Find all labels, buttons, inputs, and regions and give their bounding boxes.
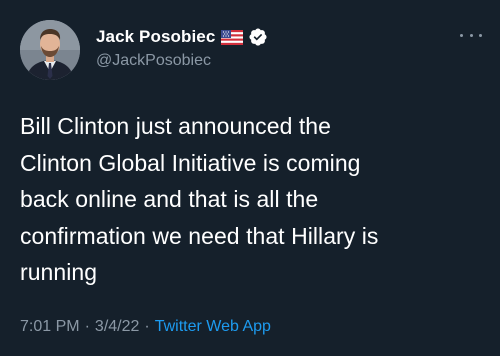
meta-separator: ·: [144, 318, 150, 335]
tweet-source-link[interactable]: Twitter Web App: [155, 318, 271, 336]
tweet-time[interactable]: 7:01 PM: [20, 318, 80, 336]
author-display-name[interactable]: Jack Posobiec: [96, 27, 215, 47]
more-dot: [469, 33, 473, 37]
more-dot: [460, 33, 463, 37]
avatar-photo: [20, 20, 80, 80]
tweet-text: Bill Clinton just announced the Clinton …: [20, 113, 379, 285]
author-name-row: Jack Posobiec: [96, 26, 268, 48]
tweet-date[interactable]: 3/4/22: [95, 318, 139, 336]
tweet-card: Jack Posobiec @JackPosobiec Bill Clinton…: [0, 0, 500, 356]
meta-separator: ·: [84, 318, 90, 335]
author-handle[interactable]: @JackPosobiec: [96, 52, 211, 70]
avatar[interactable]: [20, 20, 80, 80]
more-dot: [479, 33, 482, 37]
us-flag-icon: [221, 29, 244, 45]
tweet-meta: 7:01 PM · 3/4/22 · Twitter Web App: [20, 318, 271, 336]
more-options-icon[interactable]: [460, 30, 482, 40]
verified-badge-icon: [248, 27, 268, 47]
